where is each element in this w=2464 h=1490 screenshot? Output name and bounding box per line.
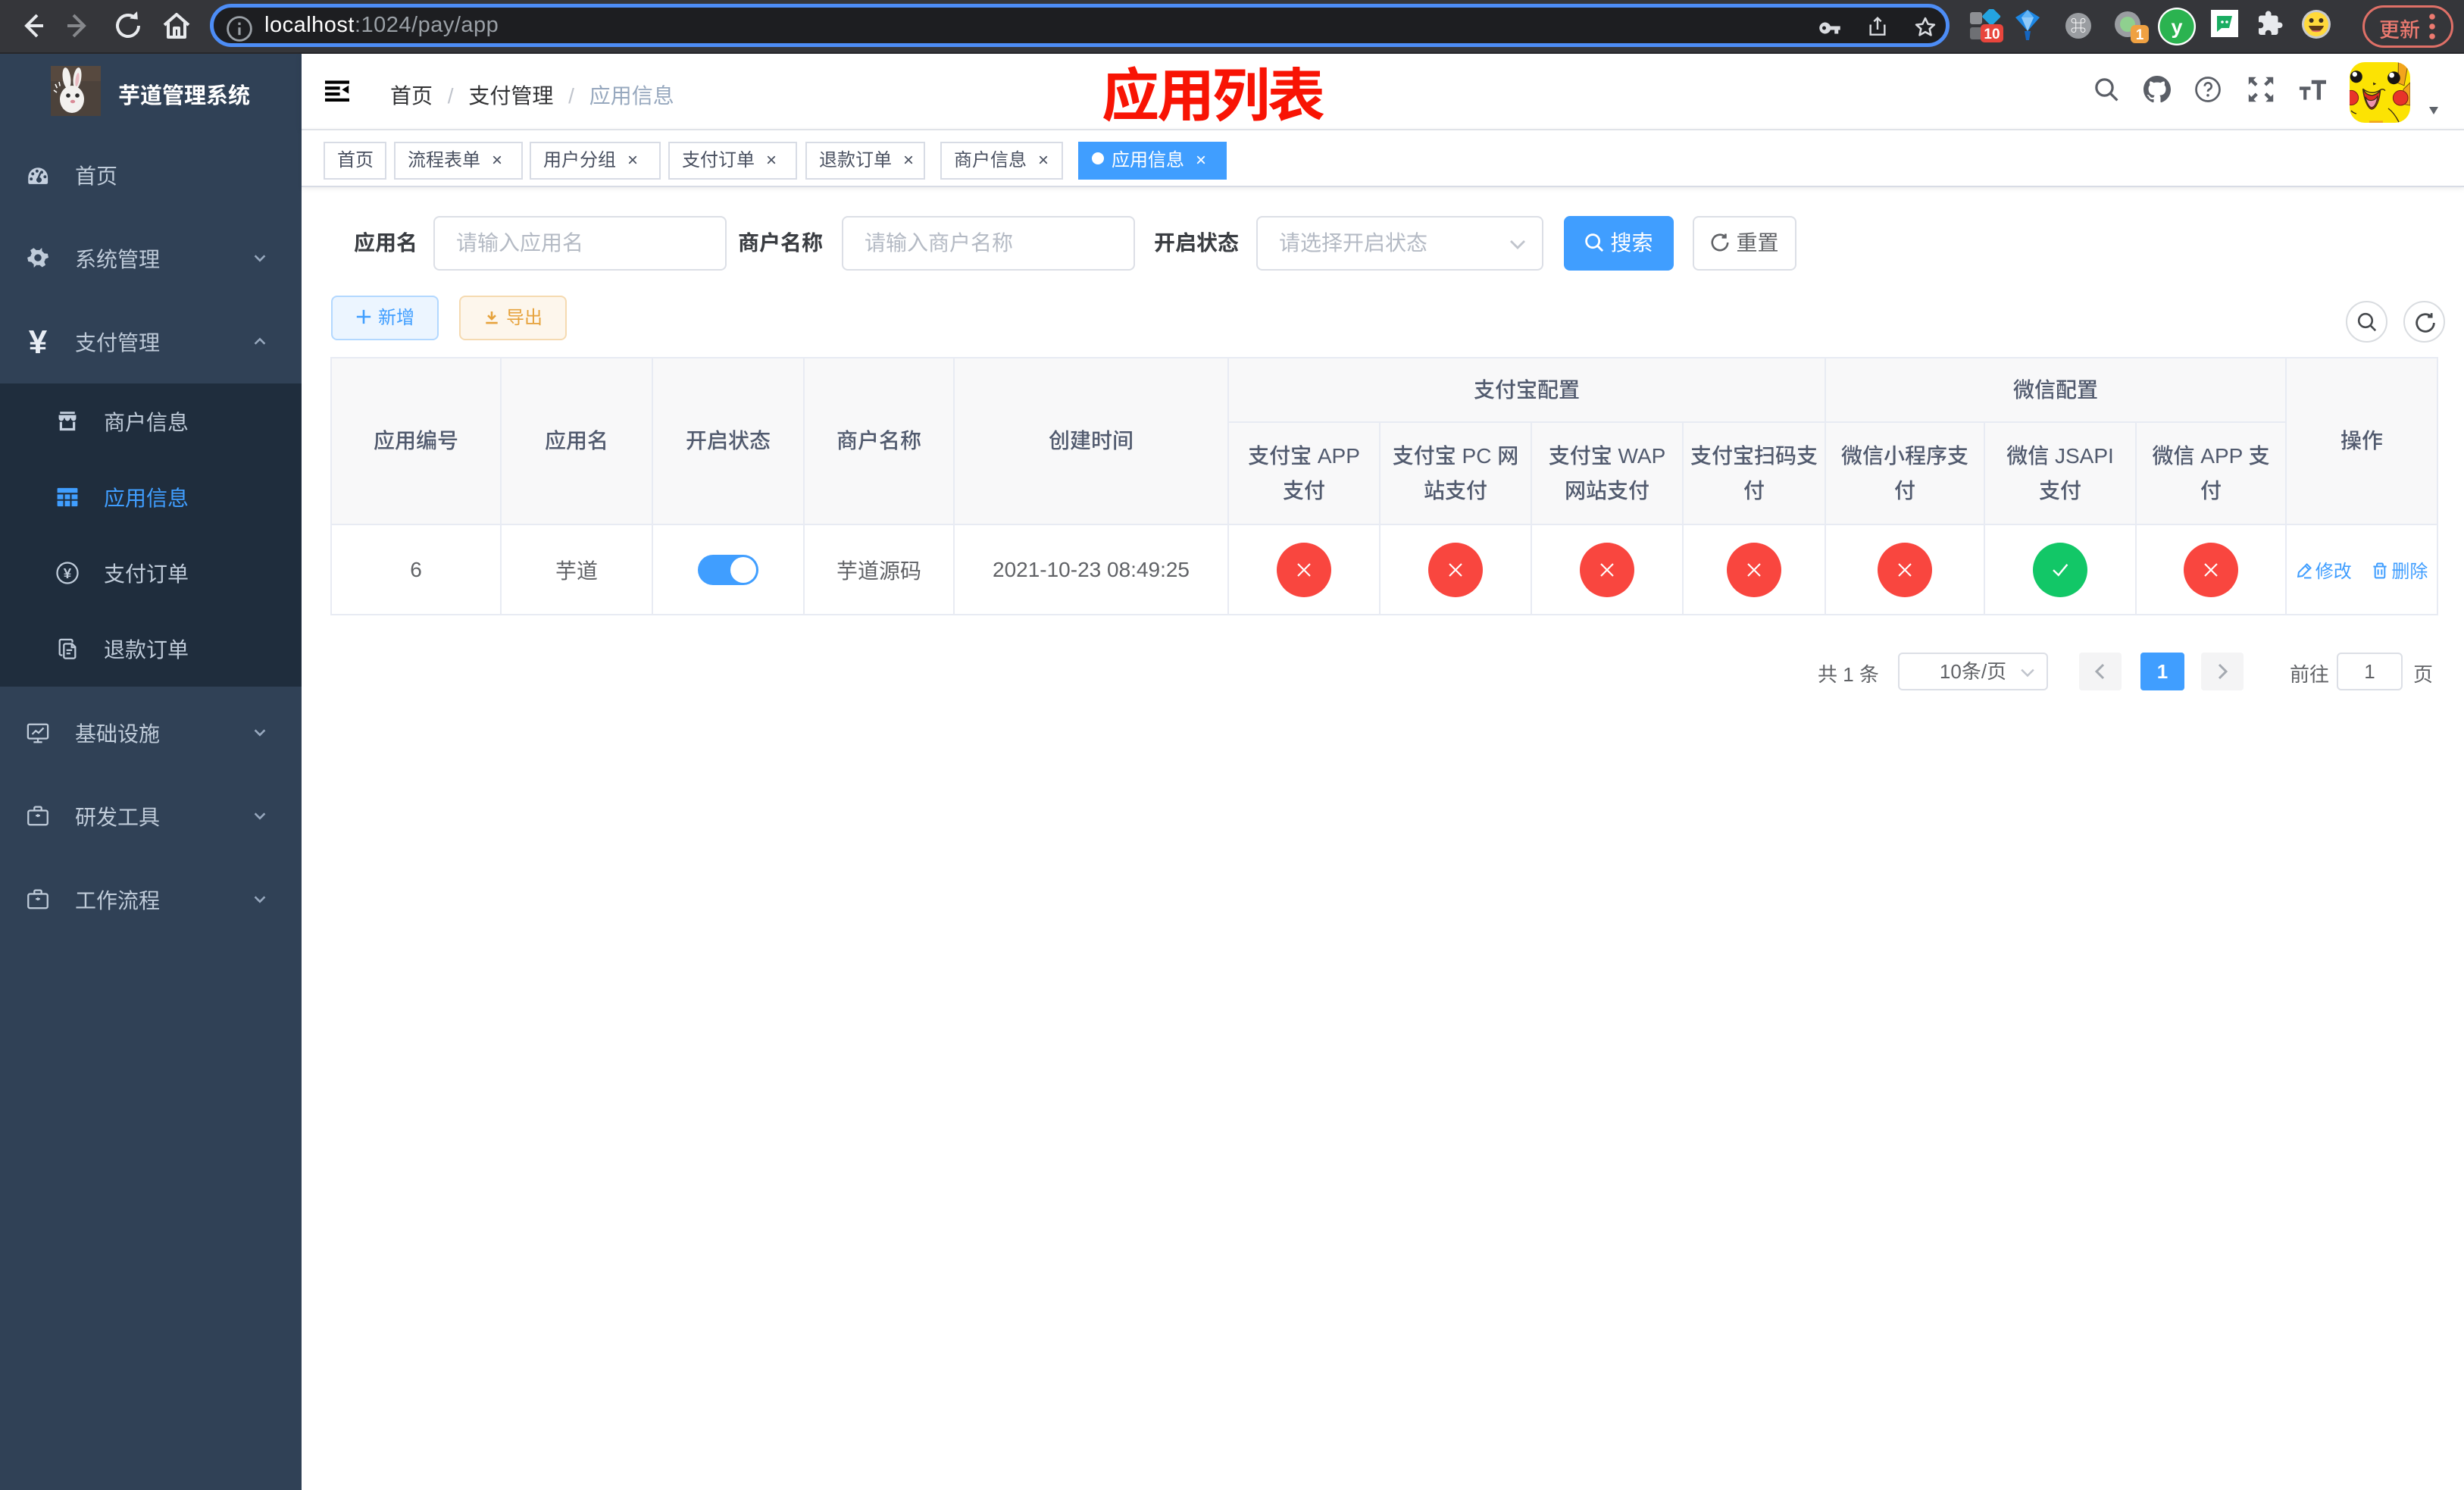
svg-text:y: y: [2171, 16, 2182, 39]
svg-text:¥: ¥: [64, 565, 72, 581]
svg-text:⌘: ⌘: [2071, 17, 2087, 35]
svg-text:1: 1: [2136, 27, 2144, 43]
svg-text:10: 10: [1984, 27, 2000, 42]
